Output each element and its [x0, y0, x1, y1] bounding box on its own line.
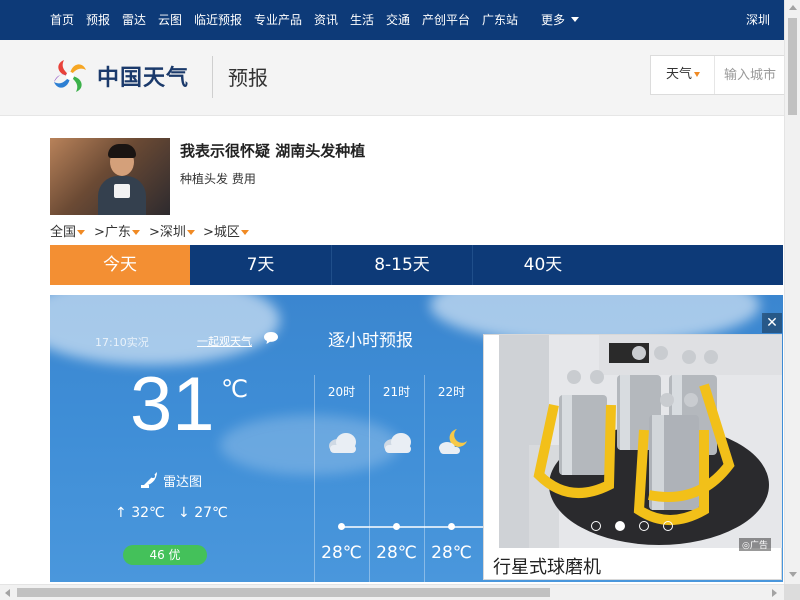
photo-cup [114, 184, 130, 198]
logo-text[interactable]: 中国天气 [97, 60, 189, 92]
ad-popup[interactable]: ◎广告 行星式球磨机 [483, 334, 782, 580]
hourly-forecast-title: 逐小时预报 [328, 331, 413, 351]
vertical-scrollbar[interactable] [784, 0, 800, 584]
nav-item-life[interactable]: 生活 [350, 0, 374, 40]
breadcrumb-label: >深圳 [149, 225, 186, 240]
dropdown-triangle-icon [240, 230, 249, 235]
ad-carousel-dot[interactable] [591, 521, 601, 531]
chevron-down-icon [571, 17, 579, 22]
current-temperature: 31 [130, 362, 215, 447]
vertical-scroll-thumb[interactable] [788, 18, 797, 115]
temperature-point [338, 523, 345, 530]
sky-cloud [50, 295, 280, 365]
nav-item-traffic[interactable]: 交通 [386, 0, 410, 40]
ad-carousel-dot-active[interactable] [615, 521, 625, 531]
breadcrumb-label: 全国 [50, 225, 77, 240]
scrollbar-corner [784, 584, 800, 600]
low-temperature-value: 27℃ [194, 505, 228, 521]
tab-7-days[interactable]: 7天 [190, 245, 331, 285]
scroll-left-arrow-icon[interactable] [5, 589, 10, 597]
search-input[interactable] [715, 56, 785, 94]
ad-carousel-dot[interactable] [663, 521, 673, 531]
nav-city[interactable]: 深圳 [746, 0, 770, 40]
forecast-tabs: 今天 7天 8-15天 40天 [50, 245, 783, 285]
search-type-select[interactable]: 天气 [651, 56, 715, 94]
hour-temperature: 28℃ [431, 543, 472, 563]
hour-temperature: 28℃ [376, 543, 417, 563]
scroll-up-arrow-icon[interactable] [789, 5, 797, 10]
high-temperature-value: 32℃ [131, 505, 165, 521]
low-temperature: ↓ 27℃ [178, 505, 228, 521]
nav-item-platform[interactable]: 产创平台 [422, 0, 470, 40]
hour-time: 21时 [382, 385, 411, 399]
aqi-badge[interactable]: 46 优 [123, 545, 207, 565]
chat-bubble-icon[interactable] [263, 331, 279, 345]
hour-temperature: 28℃ [321, 543, 362, 563]
horizontal-scroll-thumb[interactable] [17, 588, 550, 597]
hour-time: 22时 [437, 385, 466, 399]
nav-item-nowcast[interactable]: 临近预报 [194, 0, 242, 40]
site-header: 中国天气 预报 天气 [0, 40, 785, 116]
breadcrumb-label: >城区 [203, 225, 240, 240]
arrow-up-icon: ↑ [115, 505, 127, 521]
hour-column: 20时 28℃ [314, 375, 369, 582]
temperature-point [448, 523, 455, 530]
news-thumbnail[interactable] [50, 138, 170, 215]
search-type-label: 天气 [666, 67, 693, 82]
ad-carousel-dot[interactable] [639, 521, 649, 531]
nav-item-guangdong[interactable]: 广东站 [482, 0, 518, 40]
observation-time: 17:10实况 [95, 336, 149, 349]
news-subtitle[interactable]: 种植头发 费用 [180, 170, 256, 187]
nav-item-home[interactable]: 首页 [50, 0, 74, 40]
breadcrumb-province[interactable]: >广东 [94, 221, 140, 240]
scroll-right-arrow-icon[interactable] [772, 589, 777, 597]
nav-item-forecast[interactable]: 预报 [86, 0, 110, 40]
hour-time: 20时 [327, 385, 356, 399]
hour-column: 22时 28℃ [424, 375, 479, 582]
horizontal-scrollbar[interactable] [0, 584, 784, 600]
nav-more[interactable]: 更多 [541, 0, 565, 40]
ad-caption[interactable]: 行星式球磨机 [493, 553, 601, 579]
radar-icon[interactable] [140, 469, 160, 489]
breadcrumb-label: >广东 [94, 225, 131, 240]
tab-8-15-days[interactable]: 8-15天 [332, 245, 472, 285]
ad-product-illustration [499, 335, 782, 548]
temperature-point [393, 523, 400, 530]
dropdown-triangle-icon [131, 230, 140, 235]
nav-item-news[interactable]: 资讯 [314, 0, 338, 40]
search-box: 天气 [650, 55, 785, 95]
arrow-down-icon: ↓ [178, 505, 190, 521]
nav-item-products[interactable]: 专业产品 [254, 0, 302, 40]
ad-badge: ◎广告 [739, 538, 771, 551]
dropdown-triangle-icon [694, 72, 701, 77]
partly-cloudy-night-icon [439, 429, 467, 454]
tab-40-days[interactable]: 40天 [473, 245, 613, 285]
photo-person-hair [108, 144, 136, 158]
dropdown-triangle-icon [77, 230, 86, 235]
breadcrumb-national[interactable]: 全国 [50, 221, 86, 240]
tab-today[interactable]: 今天 [50, 245, 190, 285]
page-title: 预报 [228, 66, 268, 90]
logo-icon[interactable] [50, 56, 90, 96]
radar-link[interactable]: 雷达图 [163, 471, 202, 490]
dropdown-triangle-icon [186, 230, 195, 235]
nav-item-radar[interactable]: 雷达 [122, 0, 146, 40]
breadcrumb-district[interactable]: >城区 [203, 221, 249, 240]
watch-weather-link[interactable]: 一起观天气 [197, 333, 252, 349]
scroll-down-arrow-icon[interactable] [789, 572, 797, 577]
hour-column: 21时 28℃ [369, 375, 424, 582]
high-temperature: ↑ 32℃ [115, 505, 165, 521]
header-divider [212, 56, 213, 98]
breadcrumb-city[interactable]: >深圳 [149, 221, 195, 240]
cloudy-night-icon [384, 433, 411, 453]
ad-image[interactable] [499, 335, 782, 548]
top-nav: 首页 预报 雷达 云图 临近预报 专业产品 资讯 生活 交通 产创平台 广东站 … [0, 0, 784, 40]
cloudy-night-icon [329, 433, 356, 453]
nav-item-cloud-map[interactable]: 云图 [158, 0, 182, 40]
temperature-unit: ℃ [221, 375, 248, 403]
news-title[interactable]: 我表示很怀疑 湖南头发种植 [180, 140, 365, 161]
ad-close-button[interactable]: ✕ [762, 313, 782, 333]
